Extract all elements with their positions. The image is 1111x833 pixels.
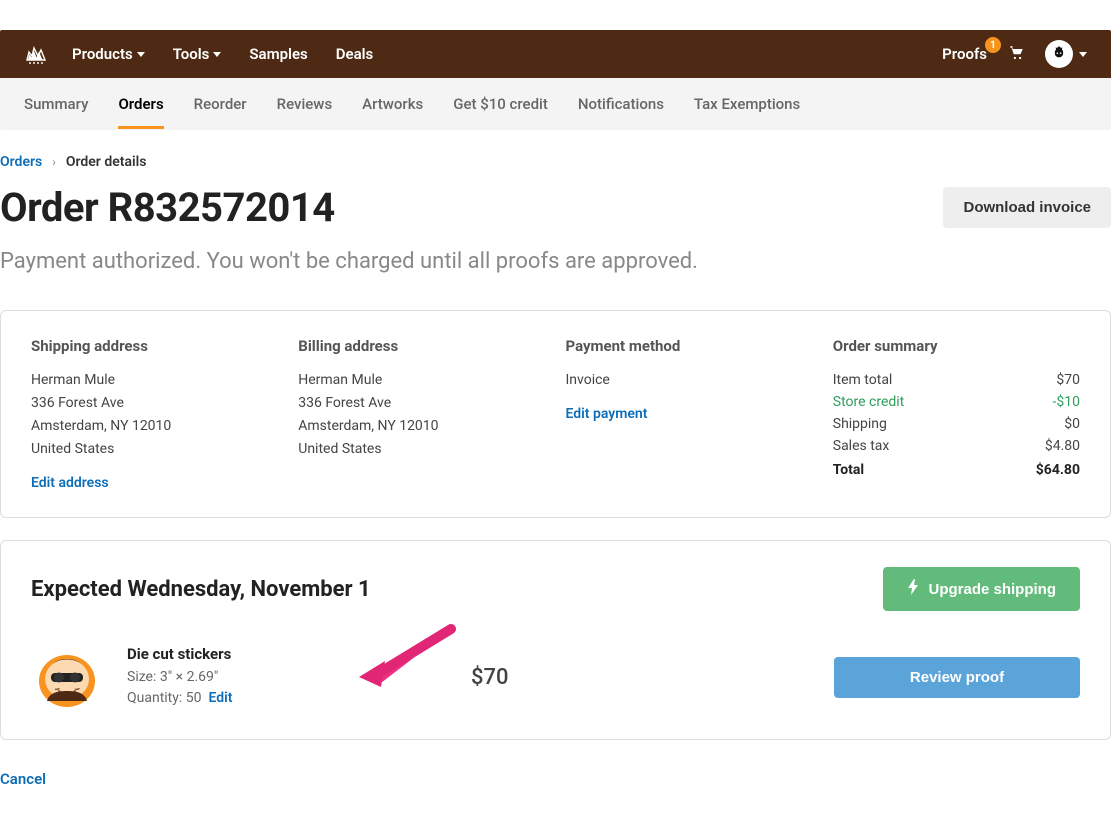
summary-total-value: $64.80 — [1036, 462, 1080, 478]
payment-heading: Payment method — [566, 337, 813, 355]
nav-proofs-label: Proofs — [942, 45, 987, 63]
billing-heading: Billing address — [298, 337, 545, 355]
nav-samples-label: Samples — [249, 45, 307, 63]
summary-tax-label: Sales tax — [833, 438, 890, 454]
sub-nav: Summary Orders Reorder Reviews Artworks … — [0, 78, 1111, 130]
expected-delivery: Expected Wednesday, November 1 — [31, 577, 371, 602]
nav-tools[interactable]: Tools — [173, 45, 222, 63]
billing-city: Amsterdam, NY 12010 — [298, 415, 545, 438]
logo-mule-icon[interactable] — [24, 42, 48, 66]
summary-shipping-value: $0 — [1064, 416, 1080, 432]
nav-products-label: Products — [72, 45, 133, 63]
upgrade-shipping-label: Upgrade shipping — [929, 581, 1057, 598]
line-item-price: $70 — [471, 665, 591, 690]
shipment-panel: Expected Wednesday, November 1 Upgrade s… — [0, 540, 1111, 740]
shipping-street: 336 Forest Ave — [31, 392, 278, 415]
download-invoice-button[interactable]: Download invoice — [943, 187, 1111, 228]
chevron-right-icon: › — [52, 155, 56, 169]
shipping-city: Amsterdam, NY 12010 — [31, 415, 278, 438]
proofs-badge: 1 — [985, 37, 1001, 53]
nav-products[interactable]: Products — [72, 45, 145, 63]
summary-credit-label: Store credit — [833, 394, 905, 410]
payment-method: Invoice — [566, 369, 813, 392]
qty-prefix: Quantity: — [127, 690, 186, 706]
product-size: Size: 3″ × 2.69″ — [127, 667, 387, 688]
summary-credit-value: -$10 — [1053, 394, 1080, 410]
tab-notifications[interactable]: Notifications — [578, 80, 664, 129]
summary-item-total-label: Item total — [833, 372, 893, 388]
nav-tools-label: Tools — [173, 45, 210, 63]
caret-down-icon — [213, 52, 221, 57]
cancel-link[interactable]: Cancel — [0, 770, 46, 788]
tab-reorder[interactable]: Reorder — [194, 80, 247, 129]
expected-date: Wednesday, November 1 — [127, 577, 370, 602]
order-info-panel: Shipping address Herman Mule 336 Forest … — [0, 310, 1111, 518]
breadcrumb: Orders › Order details — [0, 154, 1111, 170]
billing-column: Billing address Herman Mule 336 Forest A… — [298, 337, 545, 491]
upgrade-shipping-button[interactable]: Upgrade shipping — [883, 567, 1081, 611]
bolt-icon — [907, 579, 919, 599]
order-status-text: Payment authorized. You won't be charged… — [0, 249, 1111, 274]
tab-orders[interactable]: Orders — [118, 80, 163, 129]
payment-column: Payment method Invoice Edit payment — [566, 337, 813, 491]
tab-credit[interactable]: Get $10 credit — [453, 80, 548, 129]
summary-shipping-label: Shipping — [833, 416, 887, 432]
review-proof-button[interactable]: Review proof — [834, 657, 1080, 698]
nav-proofs[interactable]: Proofs 1 — [942, 45, 987, 63]
page-title: Order R832572014 — [0, 184, 335, 231]
nav-samples[interactable]: Samples — [249, 45, 307, 63]
breadcrumb-current: Order details — [66, 154, 147, 170]
nav-deals[interactable]: Deals — [336, 45, 374, 63]
summary-item-total-value: $70 — [1056, 372, 1080, 388]
shipping-name: Herman Mule — [31, 369, 278, 392]
shipping-column: Shipping address Herman Mule 336 Forest … — [31, 337, 278, 491]
caret-down-icon — [1079, 52, 1087, 57]
avatar-icon — [1045, 40, 1073, 68]
summary-total-label: Total — [833, 462, 864, 478]
tab-summary[interactable]: Summary — [24, 80, 88, 129]
line-item-row: Die cut stickers Size: 3″ × 2.69″ Quanti… — [31, 641, 1080, 713]
nav-deals-label: Deals — [336, 45, 374, 63]
tab-artworks[interactable]: Artworks — [362, 80, 423, 129]
top-nav: Products Tools Samples Deals Proofs 1 — [0, 30, 1111, 78]
account-menu[interactable] — [1045, 40, 1087, 68]
billing-street: 336 Forest Ave — [298, 392, 545, 415]
product-quantity: Quantity: 50 Edit — [127, 688, 387, 709]
billing-name: Herman Mule — [298, 369, 545, 392]
tab-reviews[interactable]: Reviews — [277, 80, 333, 129]
summary-heading: Order summary — [833, 337, 1080, 355]
caret-down-icon — [137, 52, 145, 57]
product-name: Die cut stickers — [127, 645, 387, 663]
expected-prefix: Expected — [31, 577, 127, 602]
product-thumbnail — [31, 641, 103, 713]
shipping-heading: Shipping address — [31, 337, 278, 355]
shipping-country: United States — [31, 438, 278, 461]
tab-tax-exemptions[interactable]: Tax Exemptions — [694, 80, 800, 129]
edit-payment-link[interactable]: Edit payment — [566, 406, 648, 422]
billing-country: United States — [298, 438, 545, 461]
summary-tax-value: $4.80 — [1045, 438, 1080, 454]
qty-value: 50 — [186, 690, 202, 706]
edit-quantity-link[interactable]: Edit — [208, 690, 232, 706]
breadcrumb-orders-link[interactable]: Orders — [0, 154, 42, 170]
order-summary-column: Order summary Item total $70 Store credit… — [833, 337, 1080, 491]
cart-icon[interactable] — [1007, 43, 1025, 65]
edit-address-link[interactable]: Edit address — [31, 475, 109, 491]
